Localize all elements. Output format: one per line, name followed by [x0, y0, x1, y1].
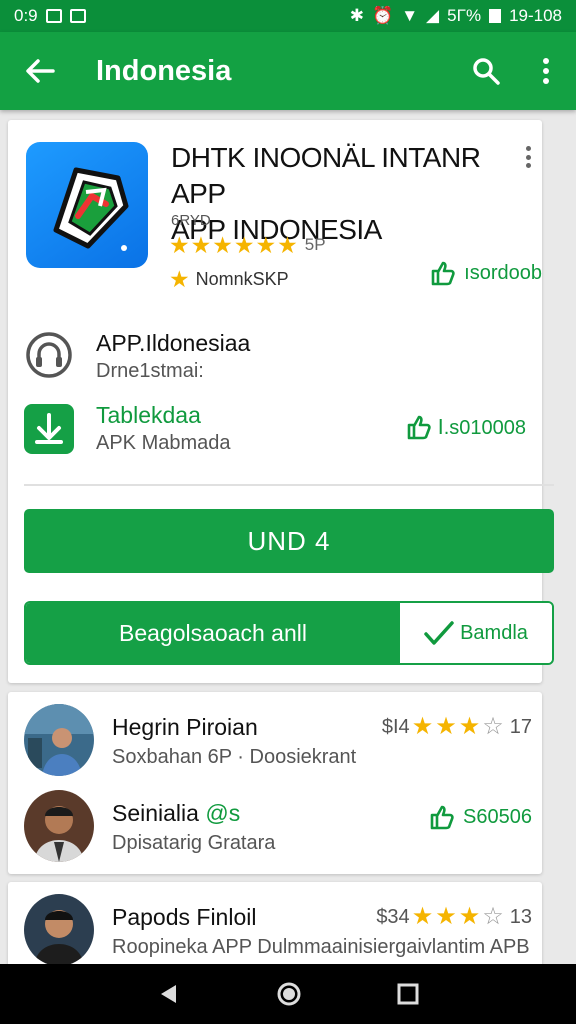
download-title: Tablekdaa — [96, 402, 201, 428]
info-row-download[interactable]: Tablekdaa APK Mabmada Ⅰ.s010008 — [24, 402, 534, 462]
person-likes: S60506 — [429, 804, 532, 830]
star-icon: ★ — [411, 713, 434, 740]
install-button[interactable]: UND 4 — [24, 509, 554, 573]
person-rating: $Ι4 ★ ★ ★ ☆ 17 — [382, 714, 532, 740]
battery-icon — [489, 9, 502, 23]
download-icon — [24, 404, 74, 454]
wifi-icon: ▼ — [401, 6, 419, 25]
split-left-button[interactable]: Beagolsaoach anll — [26, 603, 400, 663]
rating-count: 17 — [509, 715, 532, 738]
thumbs-up-icon — [431, 261, 455, 286]
star-icon: ★ — [212, 232, 233, 258]
status-bar: 0:9 ✱ ⏰ ▼ ◢ 5Γ% 19-108 — [0, 0, 576, 32]
star-icon: ★ — [190, 232, 212, 258]
notification-icon — [45, 9, 62, 23]
star-icon: ★ — [169, 232, 190, 258]
split-right-button[interactable]: Bamdla — [400, 603, 552, 663]
star-outline-icon: ☆ — [482, 713, 504, 740]
list-item[interactable]: Seinialia @s Dpisatarig Gratara S60506 — [22, 790, 536, 866]
list-item[interactable]: Papods Finloil Roopineka APP Dulmmaainis… — [22, 894, 536, 970]
bluetooth-icon: ✱ — [349, 6, 365, 25]
person-rating: $34 ★ ★ ★ ☆ 13 — [376, 904, 532, 930]
status-clock: 19-108 — [509, 6, 562, 25]
search-icon — [473, 58, 500, 85]
star-icon: ★ — [233, 232, 255, 258]
installs-label: ısordoob — [464, 261, 542, 284]
star-icon: ★ — [458, 713, 481, 740]
rating-count: 13 — [509, 905, 532, 928]
badge-star-icon: ★ — [169, 266, 190, 292]
developer-name: 6RYD — [171, 212, 211, 229]
back-button[interactable] — [0, 32, 80, 110]
avatar — [24, 790, 94, 862]
rating-count: 5P — [304, 235, 326, 254]
app-title-line-1: DHTK INOONÄL INTANR APP — [171, 142, 481, 209]
price-label: $Ι4 — [381, 715, 410, 738]
support-subtitle: Drne1stmai: — [96, 360, 204, 382]
star-outline-icon: ☆ — [482, 903, 504, 930]
avatar — [24, 704, 94, 776]
more-vert-icon — [543, 58, 549, 84]
app-details-card: DHTK INOONÄL INTANR APP APP INDONESIA 6R… — [8, 120, 554, 683]
star-icon: ★ — [435, 903, 457, 930]
person-subtitle: Roopineka APP Dulmmaainisiergaivlantim A… — [112, 936, 530, 958]
download-count: Ⅰ.s010008 — [406, 414, 526, 440]
star-icon: ★ — [411, 903, 434, 930]
overflow-menu-button[interactable] — [516, 32, 576, 110]
split-action-button: Beagolsaoach anll Bamdla — [24, 601, 554, 665]
arrow-back-icon — [26, 59, 55, 83]
app-bar: Indonesia — [0, 32, 576, 110]
star-icon: ★ — [435, 713, 457, 740]
star-icon: ★ — [458, 903, 481, 930]
status-time: 0:9 — [14, 6, 38, 25]
person-handle: @s — [205, 800, 241, 826]
more-vert-icon — [525, 146, 531, 151]
system-nav-bar — [0, 964, 576, 1024]
editor-badge: ★ NomnkSKP — [169, 266, 289, 292]
nav-recents-button[interactable] — [397, 983, 419, 1005]
nav-back-button[interactable] — [157, 982, 181, 1006]
divider — [24, 484, 554, 486]
person-name: Papods Finloil — [112, 904, 257, 930]
star-icon: ★ — [255, 232, 277, 258]
nav-home-button[interactable] — [276, 981, 302, 1007]
badge-label: NomnkSKP — [195, 268, 289, 289]
thumbs-up-icon — [407, 415, 431, 440]
download-subtitle: APK Mabmada — [96, 432, 231, 454]
installs-count[interactable]: ısordoob — [430, 260, 542, 286]
battery-percent: 5Γ% — [447, 6, 482, 25]
check-icon — [424, 621, 454, 645]
avatar — [24, 894, 94, 966]
search-button[interactable] — [456, 32, 516, 110]
alarm-icon: ⏰ — [372, 6, 394, 25]
download-count-label: Ⅰ.s010008 — [437, 416, 526, 439]
app-menu-button[interactable] — [518, 142, 538, 172]
star-half-icon: ★ — [277, 232, 298, 258]
person-name: Hegrin Piroian — [112, 714, 258, 740]
people-card-2: Papods Finloil Roopineka APP Dulmmaainis… — [8, 882, 542, 972]
likes-count: S60506 — [463, 805, 532, 828]
person-name: Seinialia @s — [112, 800, 240, 827]
info-row-support[interactable]: APP.Ildonesiaa Drne1stmai: — [24, 330, 534, 390]
person-subtitle: Dpisatarig Gratara — [112, 832, 276, 854]
app-logo-icon[interactable] — [26, 142, 148, 268]
list-item[interactable]: Hegrin Piroian Soxbahan 6P · Doosiekrant… — [22, 704, 536, 780]
thumbs-up-icon — [430, 805, 454, 830]
app-rating: ★ ★ ★ ★ ★ ★ 5P — [169, 232, 326, 258]
signal-icon: ◢ — [426, 6, 440, 25]
person-subtitle: Soxbahan 6P · Doosiekrant — [112, 746, 357, 768]
headset-icon — [26, 332, 72, 378]
image-notification-icon — [69, 9, 86, 23]
person-name-text: Seinialia — [112, 800, 199, 826]
people-card: Hegrin Piroian Soxbahan 6P · Doosiekrant… — [8, 692, 542, 874]
price-label: $34 — [376, 905, 410, 928]
support-title: APP.Ildonesiaa — [96, 330, 251, 356]
split-right-label: Bamdla — [460, 621, 528, 644]
page-title: Indonesia — [96, 54, 232, 87]
